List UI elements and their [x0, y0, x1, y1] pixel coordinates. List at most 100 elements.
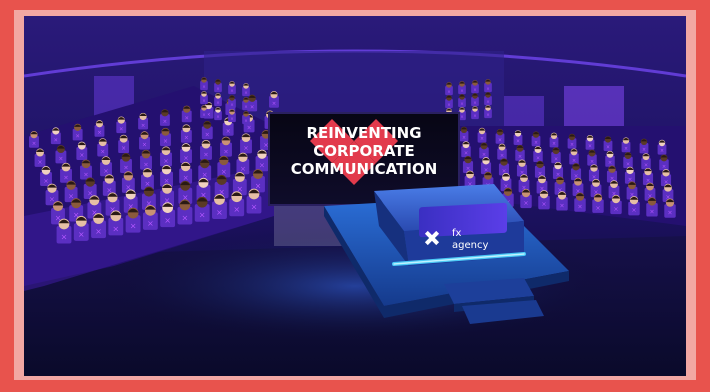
- screen-line-3: COMMUNICATION: [291, 160, 438, 178]
- seat-x-mark: ×: [606, 145, 610, 151]
- seat-x-mark: ×: [608, 160, 612, 166]
- seat-x-mark: ×: [631, 207, 636, 214]
- seat-x-mark: ×: [624, 146, 628, 152]
- seat-x-mark: ×: [473, 113, 477, 118]
- screen-line-2: CORPORATE: [313, 142, 415, 160]
- seat-x-mark: ×: [460, 114, 464, 119]
- seat-x-mark: ×: [570, 142, 574, 148]
- seat-x-mark: ×: [141, 123, 146, 129]
- seat-x-mark: ×: [164, 215, 171, 225]
- brand-bottom: agency: [452, 240, 488, 251]
- seat-x-mark: ×: [183, 173, 189, 182]
- seat-x-mark: ×: [54, 137, 59, 143]
- seat-x-mark: ×: [552, 141, 556, 147]
- seat-x-mark: ×: [230, 88, 234, 93]
- seat-x-mark: ×: [202, 98, 206, 103]
- seat-x-mark: ×: [259, 161, 265, 170]
- seat-x-mark: ×: [184, 135, 189, 142]
- seat-x-mark: ×: [577, 204, 582, 211]
- seat-x-mark: ×: [63, 174, 68, 182]
- seat-x-mark: ×: [263, 141, 268, 149]
- seat-x-mark: ×: [642, 147, 646, 153]
- seat-x-mark: ×: [95, 226, 102, 236]
- seat-x-mark: ×: [447, 89, 451, 94]
- seat-x-mark: ×: [482, 152, 486, 158]
- seat-x-mark: ×: [78, 229, 85, 239]
- seat-x-mark: ×: [662, 164, 666, 170]
- seat-x-mark: ×: [112, 223, 119, 233]
- seat-x-mark: ×: [216, 86, 220, 91]
- seat-x-mark: ×: [613, 206, 618, 213]
- seat-x-mark: ×: [143, 160, 148, 168]
- seat-x-mark: ×: [667, 210, 672, 217]
- seat-x-mark: ×: [626, 161, 630, 167]
- seat-x-mark: ×: [486, 99, 490, 104]
- seat-x-mark: ×: [216, 207, 223, 217]
- seat-x-mark: ×: [61, 232, 68, 242]
- seat-x-mark: ×: [58, 155, 63, 162]
- seat-x-mark: ×: [147, 218, 154, 228]
- seat-x-mark: ×: [486, 112, 490, 117]
- seat-x-mark: ×: [500, 153, 504, 159]
- seat-x-mark: ×: [121, 145, 126, 152]
- seat-x-mark: ×: [142, 142, 147, 149]
- seat-x-mark: ×: [536, 155, 540, 161]
- seat-x-mark: ×: [75, 134, 80, 140]
- seat-x-mark: ×: [464, 151, 468, 157]
- seat-x-mark: ×: [100, 149, 105, 156]
- seat-x-mark: ×: [590, 159, 594, 165]
- seat-x-mark: ×: [163, 138, 168, 145]
- seat-x-mark: ×: [660, 148, 664, 154]
- seat-x-mark: ×: [119, 126, 124, 132]
- seat-x-mark: ×: [462, 135, 466, 141]
- seat-x-mark: ×: [272, 101, 277, 107]
- seat-x-mark: ×: [473, 87, 477, 92]
- seat-x-mark: ×: [447, 102, 451, 107]
- seat-x-mark: ×: [572, 158, 576, 164]
- seat-x-mark: ×: [202, 84, 206, 89]
- seat-x-mark: ×: [244, 104, 248, 109]
- seat-x-mark: ×: [250, 105, 255, 111]
- seat-x-mark: ×: [473, 100, 477, 105]
- seat-x-mark: ×: [244, 90, 248, 95]
- seat-x-mark: ×: [240, 164, 246, 173]
- seat-x-mark: ×: [163, 157, 168, 165]
- seat-x-mark: ×: [202, 170, 208, 179]
- screen-line-1: REINVENTING: [306, 124, 421, 142]
- seat-x-mark: ×: [516, 139, 520, 145]
- seat-x-mark: ×: [595, 205, 600, 212]
- seat-x-mark: ×: [226, 128, 231, 135]
- seat-x-mark: ×: [588, 143, 592, 149]
- brand-panel: [419, 202, 507, 238]
- outer-frame: × × × × × × × × × × × × × × × × × × × × × × × × × × × × × × × × × × × × × × × ×…: [0, 0, 710, 392]
- seat-x-mark: ×: [244, 118, 248, 123]
- seat-x-mark: ×: [199, 210, 206, 220]
- seat-x-mark: ×: [97, 130, 102, 136]
- seat-x-mark: ×: [518, 154, 522, 160]
- virtual-stage-scene: × × × × × × × × × × × × × × × × × × × × × × × × × × × × × × × × × × × × × × × ×…: [24, 16, 686, 376]
- seat-x-mark: ×: [486, 86, 490, 91]
- seat-x-mark: ×: [83, 170, 88, 178]
- seat-x-mark: ×: [221, 167, 227, 176]
- seat-x-mark: ×: [523, 200, 528, 207]
- seat-x-mark: ×: [103, 167, 108, 175]
- seat-x-mark: ×: [644, 163, 648, 169]
- seat-x-mark: ×: [123, 164, 128, 172]
- seat-x-mark: ×: [230, 116, 234, 121]
- seat-x-mark: ×: [163, 119, 168, 125]
- seat-x-mark: ×: [460, 88, 464, 93]
- seat-x-mark: ×: [130, 221, 137, 231]
- seat-x-mark: ×: [182, 212, 189, 222]
- seat-x-mark: ×: [233, 204, 240, 214]
- seat-x-mark: ×: [541, 201, 546, 208]
- seat-x-mark: ×: [43, 177, 48, 185]
- seat-x-mark: ×: [49, 195, 55, 204]
- seat-x-mark: ×: [251, 202, 258, 212]
- seat-x-mark: ×: [554, 157, 558, 163]
- seat-x-mark: ×: [205, 131, 210, 138]
- seat-x-mark: ×: [38, 159, 43, 166]
- seat-x-mark: ×: [460, 101, 464, 106]
- seat-x-mark: ×: [79, 152, 84, 159]
- seat-x-mark: ×: [184, 116, 189, 122]
- seat-x-mark: ×: [649, 208, 654, 215]
